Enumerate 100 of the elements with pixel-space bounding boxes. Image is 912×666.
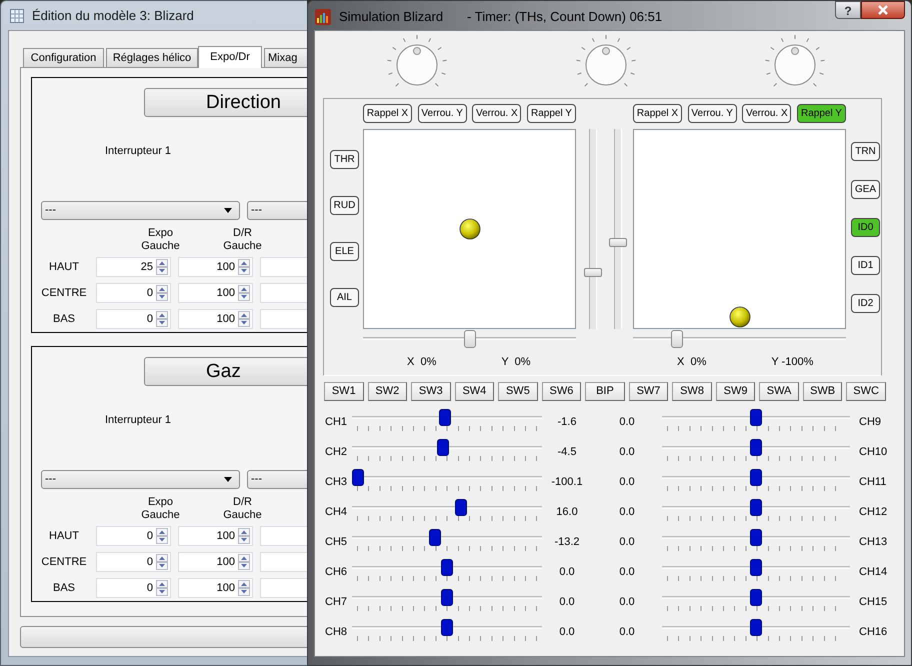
axis-reading: X 0% bbox=[677, 354, 706, 370]
switch-button[interactable]: SW7 bbox=[628, 382, 668, 401]
number-field[interactable] bbox=[260, 309, 307, 329]
vertical-slider[interactable] bbox=[584, 129, 602, 329]
number-field[interactable]: 0 bbox=[96, 552, 171, 572]
toggle-button[interactable]: Rappel Y bbox=[796, 104, 846, 123]
number-field[interactable]: 100 bbox=[178, 552, 253, 572]
switch-button[interactable]: SW5 bbox=[498, 382, 538, 401]
vertical-slider[interactable] bbox=[609, 129, 627, 329]
slider-thumb[interactable] bbox=[441, 619, 453, 636]
number-field[interactable]: 0 bbox=[96, 309, 171, 329]
stick-ball[interactable] bbox=[458, 218, 480, 240]
slider-thumb[interactable] bbox=[750, 559, 762, 576]
help-button[interactable]: ? bbox=[835, 1, 861, 19]
spinner-icon[interactable] bbox=[156, 554, 168, 570]
number-field[interactable]: 100 bbox=[178, 578, 253, 598]
switch-button[interactable]: SW1 bbox=[324, 382, 364, 401]
toggle-button[interactable]: Verrou. Y bbox=[688, 104, 737, 123]
tab[interactable]: Réglages hélico bbox=[106, 48, 198, 67]
slider-thumb[interactable] bbox=[455, 499, 468, 516]
number-field[interactable]: 100 bbox=[178, 283, 253, 303]
number-field[interactable] bbox=[260, 578, 307, 598]
switch-button[interactable]: BIP bbox=[585, 382, 625, 401]
tab[interactable]: Expo/Dr bbox=[198, 46, 262, 68]
number-field[interactable]: 0 bbox=[96, 526, 171, 546]
switch-button[interactable]: ID2 bbox=[851, 294, 880, 313]
close-icon bbox=[877, 5, 889, 15]
stick-ball[interactable] bbox=[728, 306, 750, 328]
switch-button[interactable]: SW6 bbox=[542, 382, 582, 401]
trim-slider[interactable] bbox=[363, 330, 576, 348]
combo-box[interactable]: --- bbox=[41, 201, 240, 220]
switch-button[interactable]: SW8 bbox=[672, 382, 712, 401]
slider-thumb[interactable] bbox=[439, 409, 452, 426]
slider-thumb[interactable] bbox=[750, 499, 762, 516]
toggle-button[interactable]: Verrou. X bbox=[742, 104, 792, 123]
number-field[interactable]: 100 bbox=[178, 257, 253, 277]
slider-thumb[interactable] bbox=[437, 439, 450, 456]
spinner-icon[interactable] bbox=[238, 285, 250, 301]
tab[interactable]: Mixag bbox=[264, 48, 307, 67]
spinner-icon[interactable] bbox=[238, 554, 250, 570]
number-field[interactable]: 0 bbox=[96, 578, 171, 598]
number-field[interactable] bbox=[260, 552, 307, 572]
number-field[interactable]: 0 bbox=[96, 283, 171, 303]
toggle-button[interactable]: Rappel X bbox=[363, 104, 412, 123]
slider-thumb[interactable] bbox=[750, 409, 762, 426]
switch-button[interactable]: AIL bbox=[330, 288, 359, 307]
switch-button[interactable]: SWA bbox=[759, 382, 799, 401]
switch-button[interactable]: ID1 bbox=[851, 256, 880, 275]
spinner-icon[interactable] bbox=[238, 528, 250, 544]
spinner-icon[interactable] bbox=[156, 580, 168, 596]
combo-box[interactable]: --- bbox=[247, 201, 307, 220]
spinner-icon[interactable] bbox=[238, 311, 250, 327]
number-field[interactable] bbox=[260, 526, 307, 546]
switch-button[interactable]: TRN bbox=[851, 142, 880, 161]
number-field[interactable]: 100 bbox=[178, 526, 253, 546]
section-button[interactable]: Gaz bbox=[144, 357, 307, 386]
switch-button[interactable]: SW3 bbox=[411, 382, 451, 401]
spinner-icon[interactable] bbox=[238, 580, 250, 596]
tab[interactable]: Configuration bbox=[23, 48, 104, 67]
switch-button[interactable]: GEA bbox=[851, 180, 880, 199]
slider-thumb[interactable] bbox=[609, 238, 627, 247]
switch-button[interactable]: SW4 bbox=[454, 382, 494, 401]
slider-thumb[interactable] bbox=[750, 469, 762, 486]
section-button[interactable]: Direction bbox=[144, 88, 307, 117]
number-field[interactable]: 25 bbox=[96, 257, 171, 277]
number-field[interactable]: 100 bbox=[178, 309, 253, 329]
switch-button[interactable]: SW9 bbox=[716, 382, 756, 401]
number-field[interactable] bbox=[260, 283, 307, 303]
switch-button[interactable]: SWB bbox=[802, 382, 842, 401]
slider-thumb[interactable] bbox=[441, 589, 453, 606]
trim-slider[interactable] bbox=[633, 330, 846, 348]
switch-button[interactable]: SW2 bbox=[368, 382, 408, 401]
switch-button[interactable]: ID0 bbox=[851, 218, 880, 237]
slider-thumb[interactable] bbox=[750, 619, 762, 636]
slider-thumb[interactable] bbox=[750, 439, 762, 456]
close-button[interactable] bbox=[861, 1, 905, 19]
toggle-button[interactable]: Verrou. Y bbox=[418, 104, 467, 123]
toggle-button[interactable]: Rappel X bbox=[633, 104, 682, 123]
number-field[interactable] bbox=[260, 257, 307, 277]
toggle-button[interactable]: Verrou. X bbox=[472, 104, 522, 123]
spinner-icon[interactable] bbox=[156, 285, 168, 301]
toggle-button[interactable]: Rappel Y bbox=[526, 104, 576, 123]
switch-button[interactable]: ELE bbox=[330, 242, 359, 261]
slider-thumb[interactable] bbox=[352, 469, 364, 486]
slider-thumb[interactable] bbox=[441, 559, 453, 576]
switch-button[interactable]: SWC bbox=[846, 382, 886, 401]
switch-button[interactable]: RUD bbox=[330, 196, 359, 215]
slider-thumb[interactable] bbox=[584, 268, 602, 278]
spinner-icon[interactable] bbox=[156, 311, 168, 327]
combo-box[interactable]: --- bbox=[41, 470, 240, 489]
spinner-icon[interactable] bbox=[238, 259, 250, 275]
slider-thumb[interactable] bbox=[428, 529, 441, 546]
spinner-icon[interactable] bbox=[156, 259, 168, 275]
switch-button[interactable]: THR bbox=[330, 150, 359, 169]
combo-box[interactable]: --- bbox=[247, 470, 307, 489]
slider-thumb[interactable] bbox=[750, 529, 762, 546]
slider-thumb[interactable] bbox=[464, 330, 476, 348]
slider-thumb[interactable] bbox=[671, 330, 684, 348]
spinner-icon[interactable] bbox=[156, 528, 168, 544]
slider-thumb[interactable] bbox=[750, 589, 762, 606]
